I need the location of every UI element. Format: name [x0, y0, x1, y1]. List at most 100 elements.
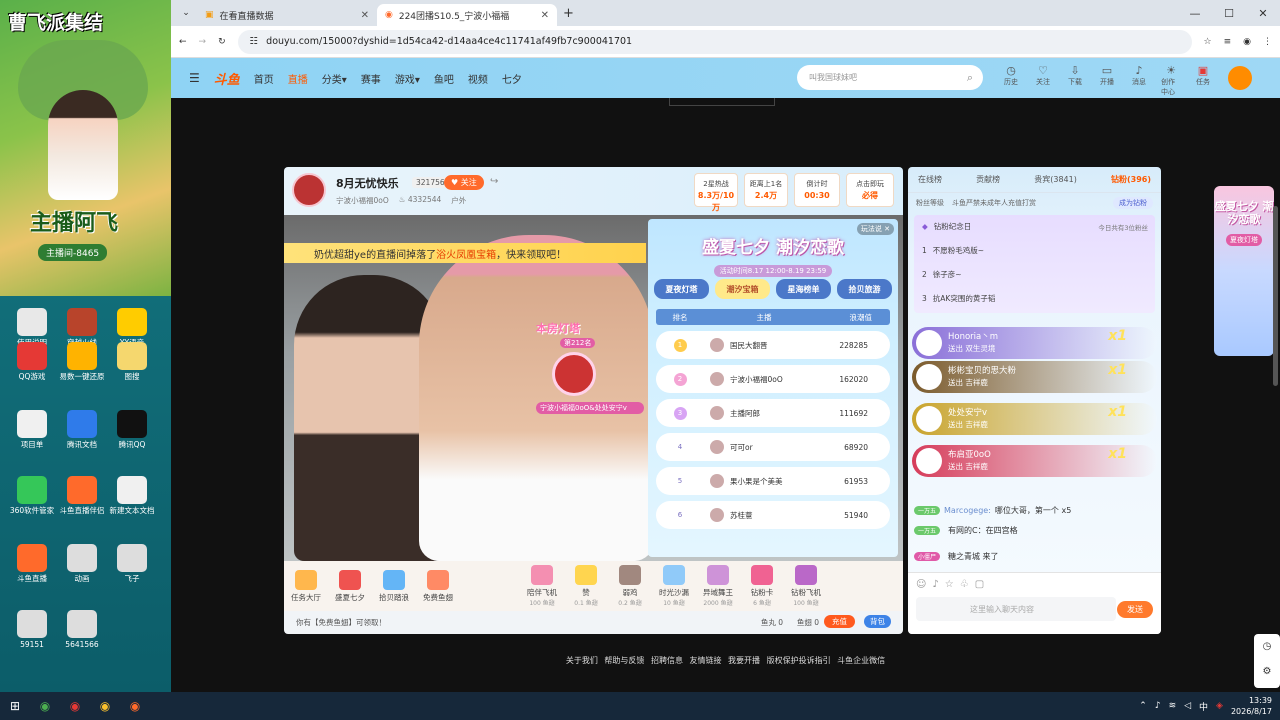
tab-online-rank[interactable]: 在线榜 [918, 174, 942, 185]
tab-1[interactable]: ▣ 在看直播数据 ✕ [197, 4, 377, 26]
ranking-row[interactable]: 4 可可or 68920 [656, 433, 890, 461]
follow-button[interactable]: ♡ 关注 [1033, 64, 1053, 97]
footer-wechat[interactable]: 斗鱼企业微信 [837, 656, 885, 665]
tab-diamond-fans[interactable]: 钻粉(396) [1111, 174, 1151, 185]
gift-item[interactable]: 时光沙漏 10 鱼翅 [652, 565, 696, 607]
free-fin-notice[interactable]: 你有【免费鱼翅】可领取！ [296, 617, 386, 628]
popup-tab-ranking[interactable]: 星海榜单 [776, 279, 831, 299]
chat-gift-notice[interactable]: 处处安宁v 送出 吉祥鹿 x1 [912, 403, 1157, 435]
gift-item[interactable]: 异域舞王 2000 鱼翅 [696, 565, 740, 607]
tab-list-icon[interactable]: ⌄ [175, 8, 197, 18]
close-window-icon[interactable]: ✕ [1246, 0, 1280, 26]
settings-tool-icon[interactable]: ⚙ [1254, 659, 1280, 684]
chrome-icon[interactable]: ◉ [90, 692, 120, 720]
gift-item[interactable]: 免费鱼翅 [416, 569, 460, 603]
ranking-row[interactable]: 5 果小果是个美美 61953 [656, 467, 890, 495]
follow-button[interactable]: ♥ 关注 [444, 175, 484, 190]
ime-indicator[interactable]: 中 [1199, 700, 1208, 713]
drop-banner[interactable]: 奶优超甜ye的直播间掉落了 浴火凤凰宝箱 ，快来领取吧！ [284, 243, 646, 263]
send-button[interactable]: 发送 [1117, 601, 1153, 618]
nav-video[interactable]: 视频 [468, 71, 488, 86]
popup-tab-lighthouse[interactable]: 夏夜灯塔 [654, 279, 709, 299]
stat-star-battle[interactable]: 2星热战 8.3万/10万 [694, 173, 738, 212]
tasks-button[interactable]: ▣ 任务 [1193, 64, 1213, 97]
chat-gift-notice[interactable]: 布启亚0oO 送出 吉祥鹿 x1 [912, 445, 1157, 477]
video-stream[interactable]: 奶优超甜ye的直播间掉落了 浴火凤凰宝箱 ，快来领取吧！ 本房灯塔 第212名 宁波… [284, 215, 903, 561]
anchor-name[interactable]: 宁波小福福0oO [336, 195, 389, 206]
anchor-avatar[interactable] [292, 173, 326, 207]
volume-icon[interactable]: ◁ [1184, 701, 1191, 711]
fan-level-label[interactable]: 粉丝等级 [916, 198, 944, 208]
stat-play[interactable]: 点击即玩 必得 [846, 173, 894, 207]
tab-contribution[interactable]: 贡献榜 [976, 174, 1000, 185]
popup-rules-button[interactable]: 玩法说 ✕ [856, 223, 894, 235]
messages-button[interactable]: ♪ 消息 [1129, 64, 1149, 97]
qixi-side-ad[interactable]: 盛夏七夕 潮汐恋歌 夏夜灯塔 [1214, 186, 1274, 356]
nav-qixi[interactable]: 七夕 [502, 71, 522, 86]
ranking-row[interactable]: 3 主播阿郎 111692 [656, 399, 890, 427]
menu-icon[interactable]: ⋮ [1263, 37, 1272, 47]
gift-item[interactable]: 盛夏七夕 [328, 569, 372, 603]
footer-jobs[interactable]: 招聘信息 [651, 656, 683, 665]
back-icon[interactable]: ← [179, 37, 187, 47]
download-button[interactable]: ⇩ 下载 [1065, 64, 1085, 97]
tray-arrow-icon[interactable]: ⌃ [1139, 701, 1147, 711]
url-input[interactable]: ☷ douyu.com/15000?dyshid=1d54ca42-d14aa4c… [237, 29, 1192, 54]
nav-live[interactable]: 直播 [288, 71, 308, 86]
search-input[interactable]: 叫我国球妹吧 ⌕ [797, 65, 983, 90]
gift-item[interactable]: 钻粉飞机 100 鱼翅 [784, 565, 828, 607]
gift-item[interactable]: 拾贝踏浪 [372, 569, 416, 603]
chat-message[interactable]: 一万五 有网的C：在四宫格 [914, 525, 1018, 536]
media-icon[interactable]: ≡ [1224, 37, 1232, 47]
chat-gift-notice[interactable]: Honoria丶m 送出 双生灵境 x1 [912, 327, 1157, 359]
chat-input[interactable]: 这里输入聊天内容 [916, 597, 1116, 621]
stat-gap[interactable]: 距离上1名 2.4万 [744, 173, 788, 207]
charge-button[interactable]: 充值 [824, 615, 855, 628]
backpack-button[interactable]: 背包 [864, 615, 891, 628]
hamburger-icon[interactable]: ☰ [189, 71, 200, 85]
history-tool-icon[interactable]: ◷ [1254, 634, 1280, 659]
broadcast-button[interactable]: ▭ 开播 [1097, 64, 1117, 97]
chat-message[interactable]: 一万五 Marcogege: 哪位大哥，第一个 x5 [914, 505, 1071, 516]
tab-vip[interactable]: 贵宾(3841) [1034, 174, 1077, 185]
share-icon[interactable]: ↪ [490, 176, 498, 187]
antivirus-icon[interactable]: ◈ [1216, 701, 1223, 711]
ranking-row[interactable]: 6 苏桂薏 51940 [656, 501, 890, 529]
ranking-row[interactable]: 1 国民大翻晋 228285 [656, 331, 890, 359]
chat-gift-notice[interactable]: 彬彬宝贝的思大粉 送出 吉祥鹿 x1 [912, 361, 1157, 393]
search-icon[interactable]: ⌕ [967, 71, 973, 85]
footer-copyright[interactable]: 版权保护投诉指引 [767, 656, 831, 665]
profile-icon[interactable]: ◉ [1243, 37, 1251, 47]
creator-button[interactable]: ☀ 创作中心 [1161, 64, 1181, 97]
desktop-icon[interactable]: 腾讯QQ [102, 410, 162, 449]
nav-home[interactable]: 首页 [254, 71, 274, 86]
bookmark-star-icon[interactable]: ☆ [1204, 37, 1212, 47]
minimize-icon[interactable]: — [1178, 0, 1212, 26]
mic-icon[interactable]: ♪ [1155, 701, 1161, 711]
new-tab-icon[interactable]: + [563, 6, 574, 21]
chat-user[interactable]: Marcogege: [944, 506, 991, 515]
douyu-logo[interactable]: 斗鱼 [214, 69, 240, 88]
ranking-row[interactable]: 2 宁波小福福0oO 162020 [656, 365, 890, 393]
footer-links[interactable]: 友情链接 [690, 656, 722, 665]
footer-about[interactable]: 关于我们 [566, 656, 598, 665]
close-icon[interactable]: ✕ [541, 10, 549, 21]
stat-countdown[interactable]: 倒计时 00:30 [794, 173, 840, 207]
close-icon[interactable]: ✕ [361, 10, 369, 21]
gift-item[interactable]: 弱鸡 0.2 鱼翅 [608, 565, 652, 607]
desktop-icon[interactable]: 图搜 [102, 342, 162, 381]
nav-category[interactable]: 分类▾ [322, 71, 347, 86]
room-category[interactable]: 户外 [451, 195, 466, 206]
tab-2[interactable]: ◉ 224团播S10.5_宁波小福福 ✕ [377, 4, 557, 26]
clock[interactable]: 13:39 2026/8/17 [1231, 695, 1272, 717]
site-info-icon[interactable]: ☷ [250, 36, 259, 47]
lighthouse-float-card[interactable]: 本房灯塔 第212名 宁波小福福0oO&处处安宁v [536, 320, 644, 440]
gift-item[interactable]: 陪伴飞机 100 鱼翅 [520, 565, 564, 607]
desktop-icon[interactable]: 飞子 [102, 544, 162, 583]
history-button[interactable]: ◷ 历史 [1001, 64, 1021, 97]
chat-tools-icons[interactable]: ☺♪☆♧▢ [916, 579, 990, 590]
wifi-icon[interactable]: ≋ [1169, 701, 1177, 711]
forward-icon[interactable]: → [199, 37, 207, 47]
gift-item[interactable]: 钻粉卡 6 鱼翅 [740, 565, 784, 607]
footer-help[interactable]: 帮助与反馈 [604, 656, 644, 665]
